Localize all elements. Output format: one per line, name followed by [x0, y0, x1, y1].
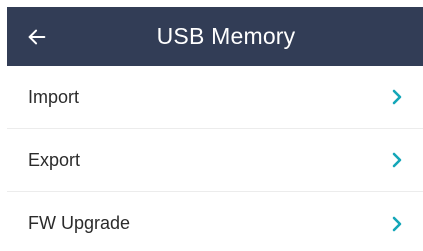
- page-title: USB Memory: [156, 23, 296, 49]
- chevron-right-icon: [391, 151, 403, 169]
- chevron-right-icon: [391, 88, 403, 106]
- menu-item-export[interactable]: Export: [7, 129, 423, 192]
- menu-item-label: Import: [28, 87, 80, 107]
- menu-list: Import Export FW Upgrade: [7, 66, 423, 251]
- usb-memory-screen: USB Memory Import Export FW Upgrade: [0, 0, 423, 251]
- menu-item-import[interactable]: Import: [7, 66, 423, 129]
- chevron-right-icon: [391, 215, 403, 233]
- menu-item-label: Export: [28, 150, 81, 170]
- menu-item-label: FW Upgrade: [28, 213, 131, 233]
- menu-item-fw-upgrade[interactable]: FW Upgrade: [7, 192, 423, 251]
- app-header: USB Memory: [7, 7, 423, 66]
